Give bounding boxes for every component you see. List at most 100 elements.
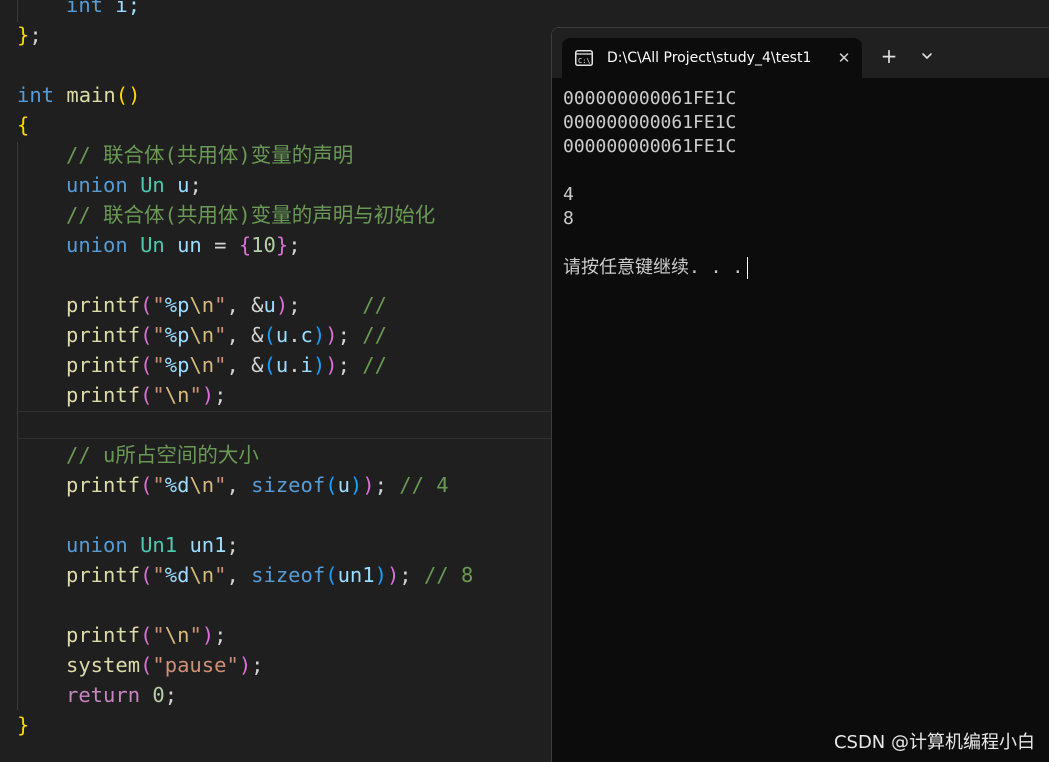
- code-line: union Un u;: [66, 170, 202, 200]
- code-token: printf: [66, 563, 141, 587]
- code-token: %p: [164, 323, 190, 347]
- code-token: , &: [226, 293, 264, 317]
- code-token: {: [17, 113, 30, 137]
- close-tab-button[interactable]: ✕: [836, 50, 852, 66]
- code-token: ": [152, 383, 165, 407]
- code-token: ;: [337, 353, 363, 377]
- code-token: printf: [66, 623, 141, 647]
- code-token: union: [66, 173, 128, 197]
- code-token: =: [201, 233, 239, 257]
- code-token: ;: [214, 623, 227, 647]
- code-token: ): [312, 323, 326, 347]
- code-token: .: [288, 353, 301, 377]
- code-token: ;: [337, 323, 363, 347]
- code-token: u: [177, 173, 190, 197]
- code-line: // 联合体(共用体)变量的声明与初始化: [66, 200, 435, 230]
- code-token: printf: [66, 353, 141, 377]
- code-token: %p: [164, 353, 190, 377]
- terminal-icon: C:\: [575, 50, 593, 66]
- code-token: int: [17, 83, 55, 107]
- code-token: ": [152, 323, 165, 347]
- code-token: ): [238, 653, 252, 677]
- code-token: (: [140, 323, 153, 347]
- code-line: system("pause");: [66, 650, 264, 680]
- code-token: u: [275, 353, 289, 377]
- code-token: }: [275, 233, 289, 257]
- code-token: union: [66, 533, 128, 557]
- code-token: c: [300, 323, 313, 347]
- code-token: \n: [189, 473, 215, 497]
- code-token: ): [325, 323, 338, 347]
- code-token: (: [325, 473, 338, 497]
- code-token: un1: [337, 563, 375, 587]
- code-line: printf("%p\n", &(u.c)); //: [66, 320, 387, 350]
- code-token: Un: [140, 233, 165, 257]
- code-token: ): [349, 473, 363, 497]
- chevron-down-icon[interactable]: [916, 45, 938, 67]
- code-line: int i;: [66, 0, 140, 20]
- code-line: int main(): [17, 80, 140, 110]
- code-token: ": [214, 563, 227, 587]
- code-token: ): [201, 383, 215, 407]
- code-token: Un1: [140, 533, 178, 557]
- code-token: ;: [288, 233, 301, 257]
- code-token: \n: [164, 623, 190, 647]
- code-token: ;: [189, 173, 202, 197]
- text-cursor: [747, 257, 749, 279]
- terminal-titlebar: C:\ D:\C\All Project\study_4\test1 ✕ +: [552, 28, 1049, 78]
- code-token: , &: [226, 353, 264, 377]
- code-token: }: [17, 713, 30, 737]
- code-token: (: [140, 653, 153, 677]
- current-line-highlight: [17, 411, 551, 439]
- code-token: \n: [189, 323, 215, 347]
- code-token: printf: [66, 383, 141, 407]
- code-token: i: [300, 353, 313, 377]
- code-line: printf("\n");: [66, 380, 226, 410]
- code-token: {: [238, 233, 252, 257]
- code-token: (: [140, 293, 153, 317]
- code-token: Un: [140, 173, 165, 197]
- code-token: (: [263, 323, 276, 347]
- code-token: "pause": [152, 653, 239, 677]
- code-token: (: [140, 563, 153, 587]
- code-token: 10: [251, 233, 276, 257]
- terminal-window[interactable]: C:\ D:\C\All Project\study_4\test1 ✕ + 0…: [551, 27, 1049, 762]
- terminal-output-line: 000000000061FE1C: [563, 136, 737, 157]
- code-token: %p: [164, 293, 190, 317]
- code-token: un: [177, 233, 202, 257]
- code-token: un1: [189, 533, 227, 557]
- code-token: ": [214, 293, 227, 317]
- code-token: ;: [374, 473, 400, 497]
- code-token: (: [140, 473, 153, 497]
- code-token: ): [374, 563, 387, 587]
- code-line: printf("%d\n", sizeof(un1)); // 8: [66, 560, 473, 590]
- code-token: // 4: [399, 473, 449, 497]
- code-line: union Un1 un1;: [66, 530, 239, 560]
- terminal-output-line: 8: [563, 208, 574, 229]
- terminal-output-line: 4: [563, 184, 574, 205]
- code-token: , &: [226, 323, 264, 347]
- terminal-output-line: 000000000061FE1C: [563, 88, 737, 109]
- code-token: ": [152, 563, 165, 587]
- csdn-watermark: CSDN @计算机编程小白: [833, 732, 1035, 753]
- code-token: ;: [399, 563, 424, 587]
- code-token: i;: [103, 0, 141, 17]
- code-token: ": [152, 293, 165, 317]
- code-token: ": [214, 323, 227, 347]
- terminal-tab[interactable]: C:\ D:\C\All Project\study_4\test1 ✕: [562, 38, 862, 78]
- code-token: }: [17, 23, 30, 47]
- new-tab-button[interactable]: +: [878, 45, 900, 67]
- code-token: printf: [66, 473, 141, 497]
- code-token: ": [152, 473, 165, 497]
- code-token: ;: [164, 683, 178, 707]
- code-token: system: [66, 653, 141, 677]
- code-token: ): [362, 473, 375, 497]
- code-token: // 8: [423, 563, 474, 587]
- code-token: int: [66, 0, 104, 17]
